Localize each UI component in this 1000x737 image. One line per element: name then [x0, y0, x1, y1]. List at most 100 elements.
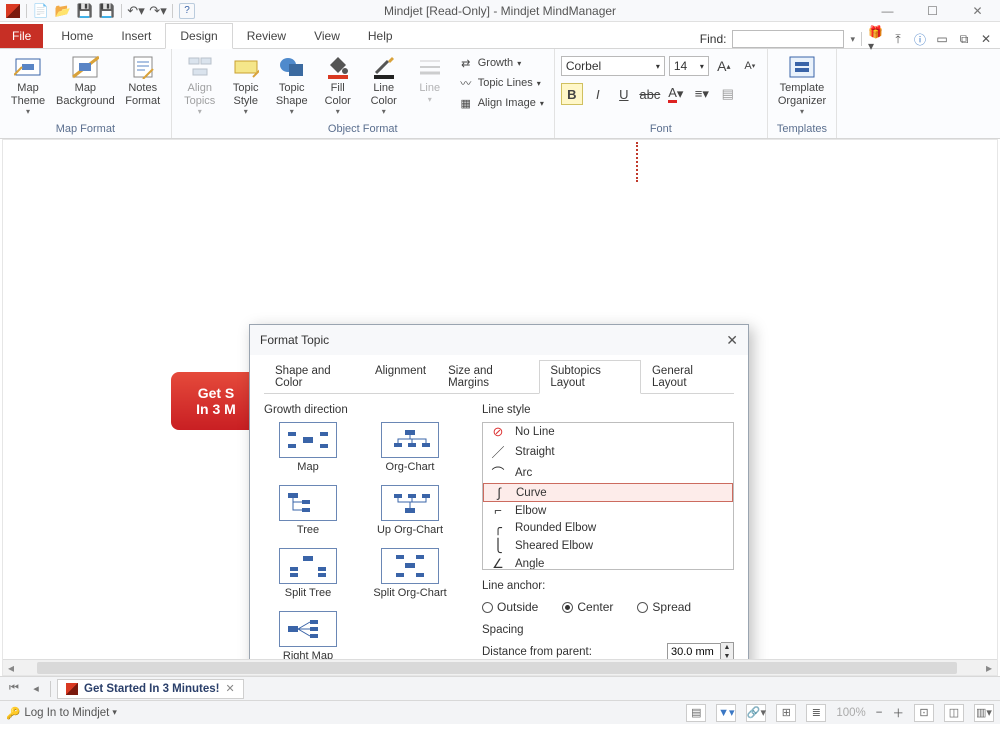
- maximize-button[interactable]: ☐: [910, 0, 955, 22]
- fit-icon[interactable]: ⊡: [914, 704, 934, 722]
- map-background-button[interactable]: Map Background: [52, 51, 119, 109]
- save-all-icon[interactable]: 💾: [99, 3, 115, 19]
- fill-color-button[interactable]: Fill Color▾: [316, 51, 360, 118]
- login-link[interactable]: Log In to Mindjet: [24, 707, 109, 719]
- strike-button[interactable]: abc: [639, 83, 661, 105]
- growth-orgchart[interactable]: Org-Chart: [366, 422, 454, 473]
- tab-design[interactable]: Design: [165, 23, 232, 49]
- zoom-in-icon[interactable]: ＋: [893, 705, 905, 721]
- filter-icon[interactable]: ▼▾: [716, 704, 736, 722]
- gift-icon[interactable]: 🎁▾: [868, 31, 884, 47]
- growth-button[interactable]: ⇄Growth ▾: [454, 53, 548, 73]
- line-button[interactable]: Line▾: [408, 51, 452, 106]
- growth-splitorgchart[interactable]: Split Org-Chart: [366, 548, 454, 599]
- bold-button[interactable]: B: [561, 83, 583, 105]
- horizontal-scrollbar[interactable]: ◂ ▸: [3, 659, 997, 675]
- new-icon[interactable]: 📄: [33, 3, 49, 19]
- dtab-size-margins[interactable]: Size and Margins: [437, 360, 539, 394]
- growth-splittree[interactable]: Split Tree: [264, 548, 352, 599]
- anchor-label: Line anchor:: [482, 580, 734, 592]
- restore-icon[interactable]: ⧉: [956, 31, 972, 47]
- stepper-up-icon[interactable]: ▲: [721, 643, 733, 652]
- dtab-alignment[interactable]: Alignment: [364, 360, 437, 394]
- topic-lines-button[interactable]: 〰Topic Lines ▾: [454, 73, 548, 93]
- line-curve[interactable]: ∫Curve: [483, 483, 733, 502]
- layout-icon[interactable]: ⊞: [776, 704, 796, 722]
- line-sheared-elbow[interactable]: ⎩Sheared Elbow: [483, 537, 733, 555]
- group-templates: Templates: [774, 123, 830, 138]
- align-topics-button[interactable]: Align Topics▾: [178, 51, 222, 118]
- minimize-button[interactable]: —: [865, 0, 910, 22]
- outline-icon[interactable]: ≣: [806, 704, 826, 722]
- dist-parent-label: Distance from parent:: [482, 646, 659, 658]
- open-icon[interactable]: 📂: [55, 3, 71, 19]
- growth-map[interactable]: Map: [264, 422, 352, 473]
- tab-view[interactable]: View: [300, 24, 354, 48]
- line-angle[interactable]: ∠Angle: [483, 555, 733, 570]
- align-button[interactable]: ≡▾: [691, 83, 713, 105]
- tab-help[interactable]: Help: [354, 24, 407, 48]
- font-size-select[interactable]: 14▾: [669, 56, 709, 76]
- notes-format-button[interactable]: Notes Format: [121, 51, 165, 109]
- redo-icon[interactable]: ↷▾: [150, 3, 166, 19]
- topic-shape-button[interactable]: Topic Shape▾: [270, 51, 314, 118]
- close-doctab-icon[interactable]: ✕: [225, 682, 234, 695]
- tab-file[interactable]: File: [0, 24, 43, 48]
- map-canvas[interactable]: Get S In 3 M Format Topic ✕ Shape and Co…: [2, 139, 998, 676]
- map-theme-button[interactable]: Map Theme▾: [6, 51, 50, 118]
- dtab-shape-color[interactable]: Shape and Color: [264, 360, 364, 394]
- growth-uporgchart[interactable]: Up Org-Chart: [366, 485, 454, 536]
- minimize-ribbon-icon[interactable]: ▭: [934, 31, 950, 47]
- view1-icon[interactable]: ▤: [686, 704, 706, 722]
- line-rounded-elbow[interactable]: ╭Rounded Elbow: [483, 519, 733, 537]
- ribbon-tabs: File Home Insert Design Review View Help…: [0, 22, 1000, 49]
- clear-format-button[interactable]: ▤: [717, 83, 739, 105]
- tab-review[interactable]: Review: [233, 24, 300, 48]
- zoom-value: 100%: [836, 707, 865, 719]
- anchor-center[interactable]: Center: [562, 600, 613, 614]
- close-button[interactable]: ✕: [955, 0, 1000, 22]
- growth-tree[interactable]: Tree: [264, 485, 352, 536]
- info-icon[interactable]: ⓘ: [912, 31, 928, 47]
- line-color-button[interactable]: Line Color▾: [362, 51, 406, 118]
- window-title: Mindjet [Read-Only] - Mindjet MindManage…: [384, 4, 616, 18]
- line-style-list[interactable]: ⊘No Line ／Straight ⌒Arc ∫Curve ⌐Elbow ╭R…: [482, 422, 734, 570]
- dtab-subtopics-layout[interactable]: Subtopics Layout: [539, 360, 641, 394]
- link-icon[interactable]: 🔗▾: [746, 704, 766, 722]
- growth-label: Growth direction: [264, 404, 464, 416]
- tab-nav-first-icon[interactable]: ⏮: [6, 681, 22, 697]
- anchor-outside[interactable]: Outside: [482, 600, 538, 614]
- line-noline[interactable]: ⊘No Line: [483, 423, 733, 441]
- shrink-font-icon[interactable]: A▾: [739, 55, 761, 77]
- line-elbow[interactable]: ⌐Elbow: [483, 502, 733, 519]
- tab-insert[interactable]: Insert: [107, 24, 165, 48]
- key-icon: 🔑: [6, 706, 20, 720]
- line-arc[interactable]: ⌒Arc: [483, 462, 733, 483]
- tab-home[interactable]: Home: [47, 24, 107, 48]
- find-input[interactable]: [732, 30, 844, 48]
- dialog-close-button[interactable]: ✕: [726, 332, 738, 349]
- align-image-button[interactable]: ▦Align Image ▾: [454, 93, 548, 113]
- help-icon[interactable]: ?: [179, 3, 195, 19]
- zoom-out-icon[interactable]: −: [876, 707, 883, 719]
- tab-nav-prev-icon[interactable]: ◂: [28, 681, 44, 697]
- template-organizer-button[interactable]: Template Organizer▾: [774, 51, 830, 118]
- underline-button[interactable]: U: [613, 83, 635, 105]
- central-topic[interactable]: Get S In 3 M: [171, 372, 261, 430]
- italic-button[interactable]: I: [587, 83, 609, 105]
- split-icon[interactable]: ◫: [944, 704, 964, 722]
- dtab-general-layout[interactable]: General Layout: [641, 360, 734, 394]
- topic-style-button[interactable]: Topic Style▾: [224, 51, 268, 118]
- line-straight[interactable]: ／Straight: [483, 441, 733, 462]
- growth-rightmap[interactable]: Right Map: [264, 611, 352, 662]
- up-icon[interactable]: ⤒: [890, 31, 906, 47]
- grow-font-icon[interactable]: A▴: [713, 55, 735, 77]
- font-name-select[interactable]: Corbel▾: [561, 56, 665, 76]
- font-color-button[interactable]: A▾: [665, 83, 687, 105]
- document-tab[interactable]: Get Started In 3 Minutes! ✕: [57, 679, 244, 699]
- panel-icon[interactable]: ▥▾: [974, 704, 994, 722]
- undo-icon[interactable]: ↶▾: [128, 3, 144, 19]
- anchor-spread[interactable]: Spread: [637, 600, 691, 614]
- close-doc-icon[interactable]: ✕: [978, 31, 994, 47]
- save-icon[interactable]: 💾: [77, 3, 93, 19]
